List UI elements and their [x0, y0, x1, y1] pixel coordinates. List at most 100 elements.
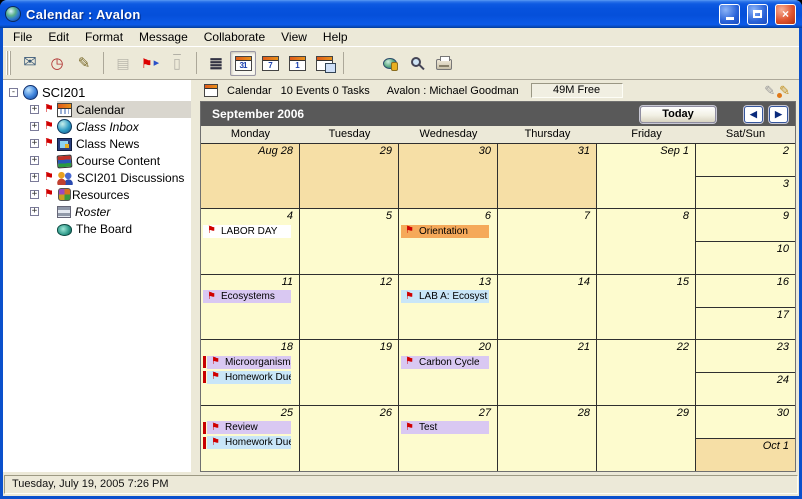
sidebar-item-sci201-discussions[interactable]: +⚑SCI201 Discussions [3, 169, 191, 186]
expand-icon[interactable]: + [30, 122, 39, 131]
calendar-event[interactable]: ⚑Homework Due [203, 370, 299, 384]
day-cell[interactable]: 27⚑Test [399, 406, 498, 471]
menu-item-collaborate[interactable]: Collaborate [196, 29, 273, 45]
today-button[interactable]: Today [640, 106, 716, 123]
day-header-thursday: Thursday [498, 126, 597, 143]
day-cell[interactable]: 12 [300, 275, 399, 340]
event-label: Test [419, 422, 437, 433]
parent-folder-button[interactable] [350, 51, 376, 76]
day-view-button[interactable]: 1 [284, 51, 310, 76]
sun-half-cell[interactable]: Oct 1 [696, 439, 795, 471]
pencil-icon[interactable] [764, 83, 775, 99]
day-cell[interactable]: 20⚑Carbon Cycle [399, 340, 498, 405]
calendar-event[interactable]: ⚑Test [401, 421, 497, 435]
multi-view-icon [316, 56, 333, 71]
maximize-button[interactable] [747, 4, 768, 25]
sidebar-item-roster[interactable]: +Roster [3, 203, 191, 220]
calendar-event[interactable]: ⚑Review [203, 421, 299, 435]
title-bar[interactable]: Calendar : Avalon × [0, 0, 802, 28]
print-button[interactable] [431, 51, 457, 76]
expand-icon[interactable]: + [30, 207, 39, 216]
day-cell[interactable]: 29 [597, 406, 696, 471]
calendar-event[interactable]: ⚑Ecosystems [203, 290, 299, 304]
calendar-event[interactable]: ⚑Carbon Cycle [401, 355, 497, 369]
sidebar-item-class-inbox[interactable]: +⚑Class Inbox [3, 118, 191, 135]
day-cell[interactable]: 8 [597, 209, 696, 274]
menu-item-help[interactable]: Help [315, 29, 356, 45]
expand-icon[interactable]: + [30, 139, 39, 148]
search-button[interactable] [404, 51, 430, 76]
sidebar-item-the-board[interactable]: The Board [3, 220, 191, 237]
expand-icon[interactable]: + [30, 190, 39, 199]
flag-icon: ⚑ [44, 138, 57, 149]
sun-half-cell[interactable]: 17 [696, 308, 795, 340]
new-message-button[interactable] [17, 51, 43, 76]
sidebar-item-class-news[interactable]: +⚑Class News [3, 135, 191, 152]
day-cell[interactable]: 7 [498, 209, 597, 274]
new-memo-button[interactable] [71, 51, 97, 76]
day-cell[interactable]: 4⚑LABOR DAY [201, 209, 300, 274]
month-view-button[interactable]: 31 [230, 51, 256, 76]
day-cell[interactable]: 22 [597, 340, 696, 405]
menu-item-format[interactable]: Format [77, 29, 131, 45]
minimize-button[interactable] [719, 4, 740, 25]
flag-next-icon [141, 57, 159, 70]
day-cell[interactable]: Aug 28 [201, 144, 300, 209]
expand-icon[interactable]: + [30, 173, 39, 182]
panel-splitter[interactable] [191, 80, 200, 472]
menu-item-view[interactable]: View [273, 29, 315, 45]
expand-icon[interactable]: + [30, 156, 39, 165]
day-cell[interactable]: 31 [498, 144, 597, 209]
day-cell[interactable]: 18⚑Microorganisms⚑Homework Due [201, 340, 300, 405]
sat-half-cell[interactable]: 23 [696, 340, 795, 373]
sidebar-root-sci201[interactable]: -SCI201 [3, 84, 191, 101]
discussions-icon [57, 171, 73, 185]
calendar-event[interactable]: ⚑Microorganisms [203, 355, 299, 369]
menu-item-file[interactable]: File [5, 29, 40, 45]
collapse-expander-icon[interactable]: - [9, 88, 18, 97]
sat-half-cell[interactable]: 2 [696, 144, 795, 177]
sat-half-cell[interactable]: 30 [696, 406, 795, 439]
list-view-button[interactable] [203, 51, 229, 76]
prev-month-button[interactable]: ◀ [744, 106, 763, 123]
multi-view-button[interactable] [311, 51, 337, 76]
expand-icon[interactable]: + [30, 105, 39, 114]
day-cell[interactable]: Sep 1 [597, 144, 696, 209]
sidebar-item-course-content[interactable]: +Course Content [3, 152, 191, 169]
sun-half-cell[interactable]: 10 [696, 242, 795, 274]
day-cell[interactable]: 25⚑Review⚑Homework Due [201, 406, 300, 471]
sat-half-cell[interactable]: 16 [696, 275, 795, 308]
day-cell[interactable]: 14 [498, 275, 597, 340]
day-cell[interactable]: 28 [498, 406, 597, 471]
sun-half-cell[interactable]: 24 [696, 373, 795, 405]
calendar-event[interactable]: ⚑LAB A: Ecosyst [401, 290, 497, 304]
day-cell[interactable]: 29 [300, 144, 399, 209]
pencil-orange-icon[interactable] [779, 83, 790, 99]
day-cell[interactable]: 30 [399, 144, 498, 209]
close-button[interactable]: × [775, 4, 796, 25]
menu-item-edit[interactable]: Edit [40, 29, 77, 45]
toolbar-grip[interactable] [6, 51, 12, 75]
new-task-button[interactable] [44, 51, 70, 76]
sidebar-item-resources[interactable]: +⚑Resources [3, 186, 191, 203]
day-cell[interactable]: 21 [498, 340, 597, 405]
sat-half-cell[interactable]: 9 [696, 209, 795, 242]
date-label: 12 [300, 275, 398, 290]
calendar-event[interactable]: ⚑Orientation [401, 224, 497, 238]
day-cell[interactable]: 11⚑Ecosystems [201, 275, 300, 340]
day-cell[interactable]: 5 [300, 209, 399, 274]
sidebar-item-calendar[interactable]: +⚑Calendar [3, 101, 191, 118]
day-cell[interactable]: 15 [597, 275, 696, 340]
day-cell[interactable]: 19 [300, 340, 399, 405]
permissions-button[interactable] [377, 51, 403, 76]
flag-next-button[interactable] [137, 51, 163, 76]
calendar-event[interactable]: ⚑Homework Due [203, 436, 299, 450]
sun-half-cell[interactable]: 3 [696, 177, 795, 209]
calendar-event[interactable]: ⚑LABOR DAY [203, 224, 299, 238]
day-cell[interactable]: 13⚑LAB A: Ecosyst [399, 275, 498, 340]
day-cell[interactable]: 6⚑Orientation [399, 209, 498, 274]
day-cell[interactable]: 26 [300, 406, 399, 471]
next-month-button[interactable]: ▶ [769, 106, 788, 123]
menu-item-message[interactable]: Message [131, 29, 196, 45]
week-view-button[interactable]: 7 [257, 51, 283, 76]
